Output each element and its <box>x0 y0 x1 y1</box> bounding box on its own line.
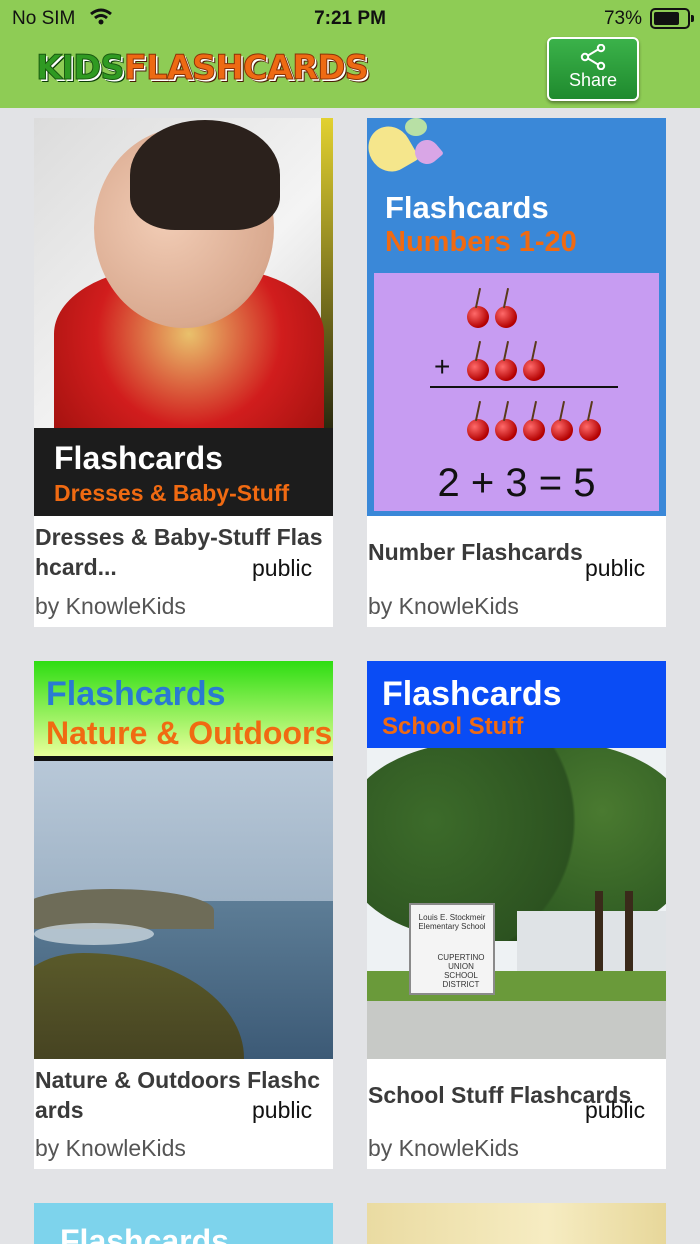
cover-heading: Flashcards <box>382 675 562 713</box>
share-button[interactable]: Share <box>547 37 639 101</box>
cover-heading: Flashcards <box>54 440 223 476</box>
app-logo: KidsFlashcards <box>36 48 370 88</box>
visibility-label: public <box>252 1097 313 1123</box>
visibility-label: public <box>252 555 313 581</box>
cover-heading: Flashcards <box>385 190 549 225</box>
school-sign: Louis E. Stockmeir Elementary School CUP… <box>409 903 495 995</box>
sign-district: CUPERTINO UNION SCHOOL DISTRICT <box>437 953 485 989</box>
visibility-label: public <box>585 555 646 581</box>
cover-heading: Flashcards <box>46 675 226 713</box>
battery-icon <box>650 8 694 29</box>
deck-author: by KnowleKids <box>35 593 186 619</box>
visibility-label: public <box>585 1097 646 1123</box>
deck-card-school[interactable]: Louis E. Stockmeir Elementary School CUP… <box>367 661 666 1169</box>
cover-equation: 2 + 3 = 5 <box>437 461 596 505</box>
logo-kids: Kids <box>36 48 126 88</box>
deck-author: by KnowleKids <box>35 1135 186 1161</box>
sign-school-name: Louis E. Stockmeir Elementary School <box>418 913 486 931</box>
deck-cover-image[interactable]: Flashcards Dresses & Baby-Stuff <box>34 118 333 516</box>
deck-author: by KnowleKids <box>368 1135 519 1161</box>
deck-card-partial[interactable] <box>367 1203 666 1244</box>
cherry-panel: + 2 + 3 = 5 <box>374 273 659 511</box>
deck-cover-image[interactable]: Flashcards Numbers 1-20 + 2 + 3 = 5 <box>367 118 666 516</box>
deck-author: by KnowleKids <box>368 593 519 619</box>
cover-plus: + <box>434 351 451 382</box>
deck-card-nature[interactable]: Flashcards Nature & Outdoors Nature & Ou… <box>34 661 333 1169</box>
deck-card-numbers[interactable]: Flashcards Numbers 1-20 + 2 + 3 = 5 Numb… <box>367 118 666 627</box>
deck-cover-image[interactable]: Flashcards Nature & Outdoors <box>34 661 333 1059</box>
logo-flashcards: Flashcards <box>123 48 369 88</box>
cover-subheading: Numbers 1-20 <box>385 226 577 258</box>
cover-subheading: Dresses & Baby-Stuff <box>54 480 290 506</box>
share-icon <box>580 44 606 70</box>
deck-card-dresses[interactable]: Flashcards Dresses & Baby-Stuff Dresses … <box>34 118 333 627</box>
cover-heading: Flashcards <box>60 1223 229 1244</box>
deck-card-partial[interactable]: Flashcards <box>34 1203 333 1244</box>
status-bar: No SIM 7:21 PM 73% <box>0 0 700 36</box>
battery-percent: 73% <box>603 8 642 29</box>
deck-cover-image[interactable]: Louis E. Stockmeir Elementary School CUP… <box>367 661 666 1059</box>
cover-subheading: School Stuff <box>382 713 524 740</box>
app-header: No SIM 7:21 PM 73% KidsFlashcards Share <box>0 0 700 108</box>
status-time: 7:21 PM <box>314 8 386 29</box>
share-label: Share <box>568 70 618 90</box>
cover-subheading: Nature & Outdoors <box>46 715 333 751</box>
